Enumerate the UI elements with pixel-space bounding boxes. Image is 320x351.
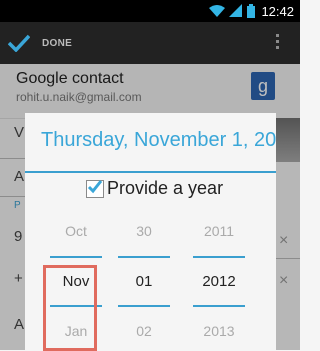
done-label: DONE [42, 37, 73, 49]
action-bar: DONE [0, 22, 300, 66]
month-highlight-box [43, 265, 97, 351]
checkmark-icon [8, 34, 30, 52]
year-option-previous[interactable]: 2011 [189, 223, 249, 239]
battery-icon [247, 4, 256, 18]
signal-icon [229, 4, 243, 17]
day-picker[interactable]: 30 01 02 [114, 213, 174, 350]
overflow-menu-icon[interactable] [274, 34, 280, 52]
provide-year-label: Provide a year [107, 178, 224, 198]
provide-year-checkbox[interactable] [86, 180, 104, 198]
year-selected[interactable]: 2012 [189, 273, 249, 290]
clock: 12:42 [261, 3, 294, 19]
picker-divider [50, 256, 102, 258]
status-bar: 12:42 [0, 0, 300, 22]
checkmark-icon [87, 180, 103, 194]
wifi-icon [209, 5, 226, 17]
year-picker[interactable]: 2011 2012 2013 [189, 213, 249, 350]
picker-divider [118, 256, 170, 258]
date-picker-dialog: Thursday, November 1, 20... Provide a ye… [25, 113, 276, 351]
picker-divider [193, 256, 245, 258]
done-button[interactable]: DONE [8, 28, 72, 58]
dialog-title-bar: Thursday, November 1, 20... [25, 113, 276, 173]
picker-divider [193, 305, 245, 307]
day-option-previous[interactable]: 30 [114, 223, 174, 239]
year-option-next[interactable]: 2013 [189, 323, 249, 339]
month-option-previous[interactable]: Oct [46, 223, 106, 239]
dialog-title: Thursday, November 1, 20... [41, 129, 276, 151]
day-option-next[interactable]: 02 [114, 323, 174, 339]
picker-divider [118, 305, 170, 307]
provide-year-row[interactable]: Provide a year [25, 175, 276, 205]
day-selected[interactable]: 01 [114, 273, 174, 290]
status-icons: 12:42 [209, 0, 294, 22]
